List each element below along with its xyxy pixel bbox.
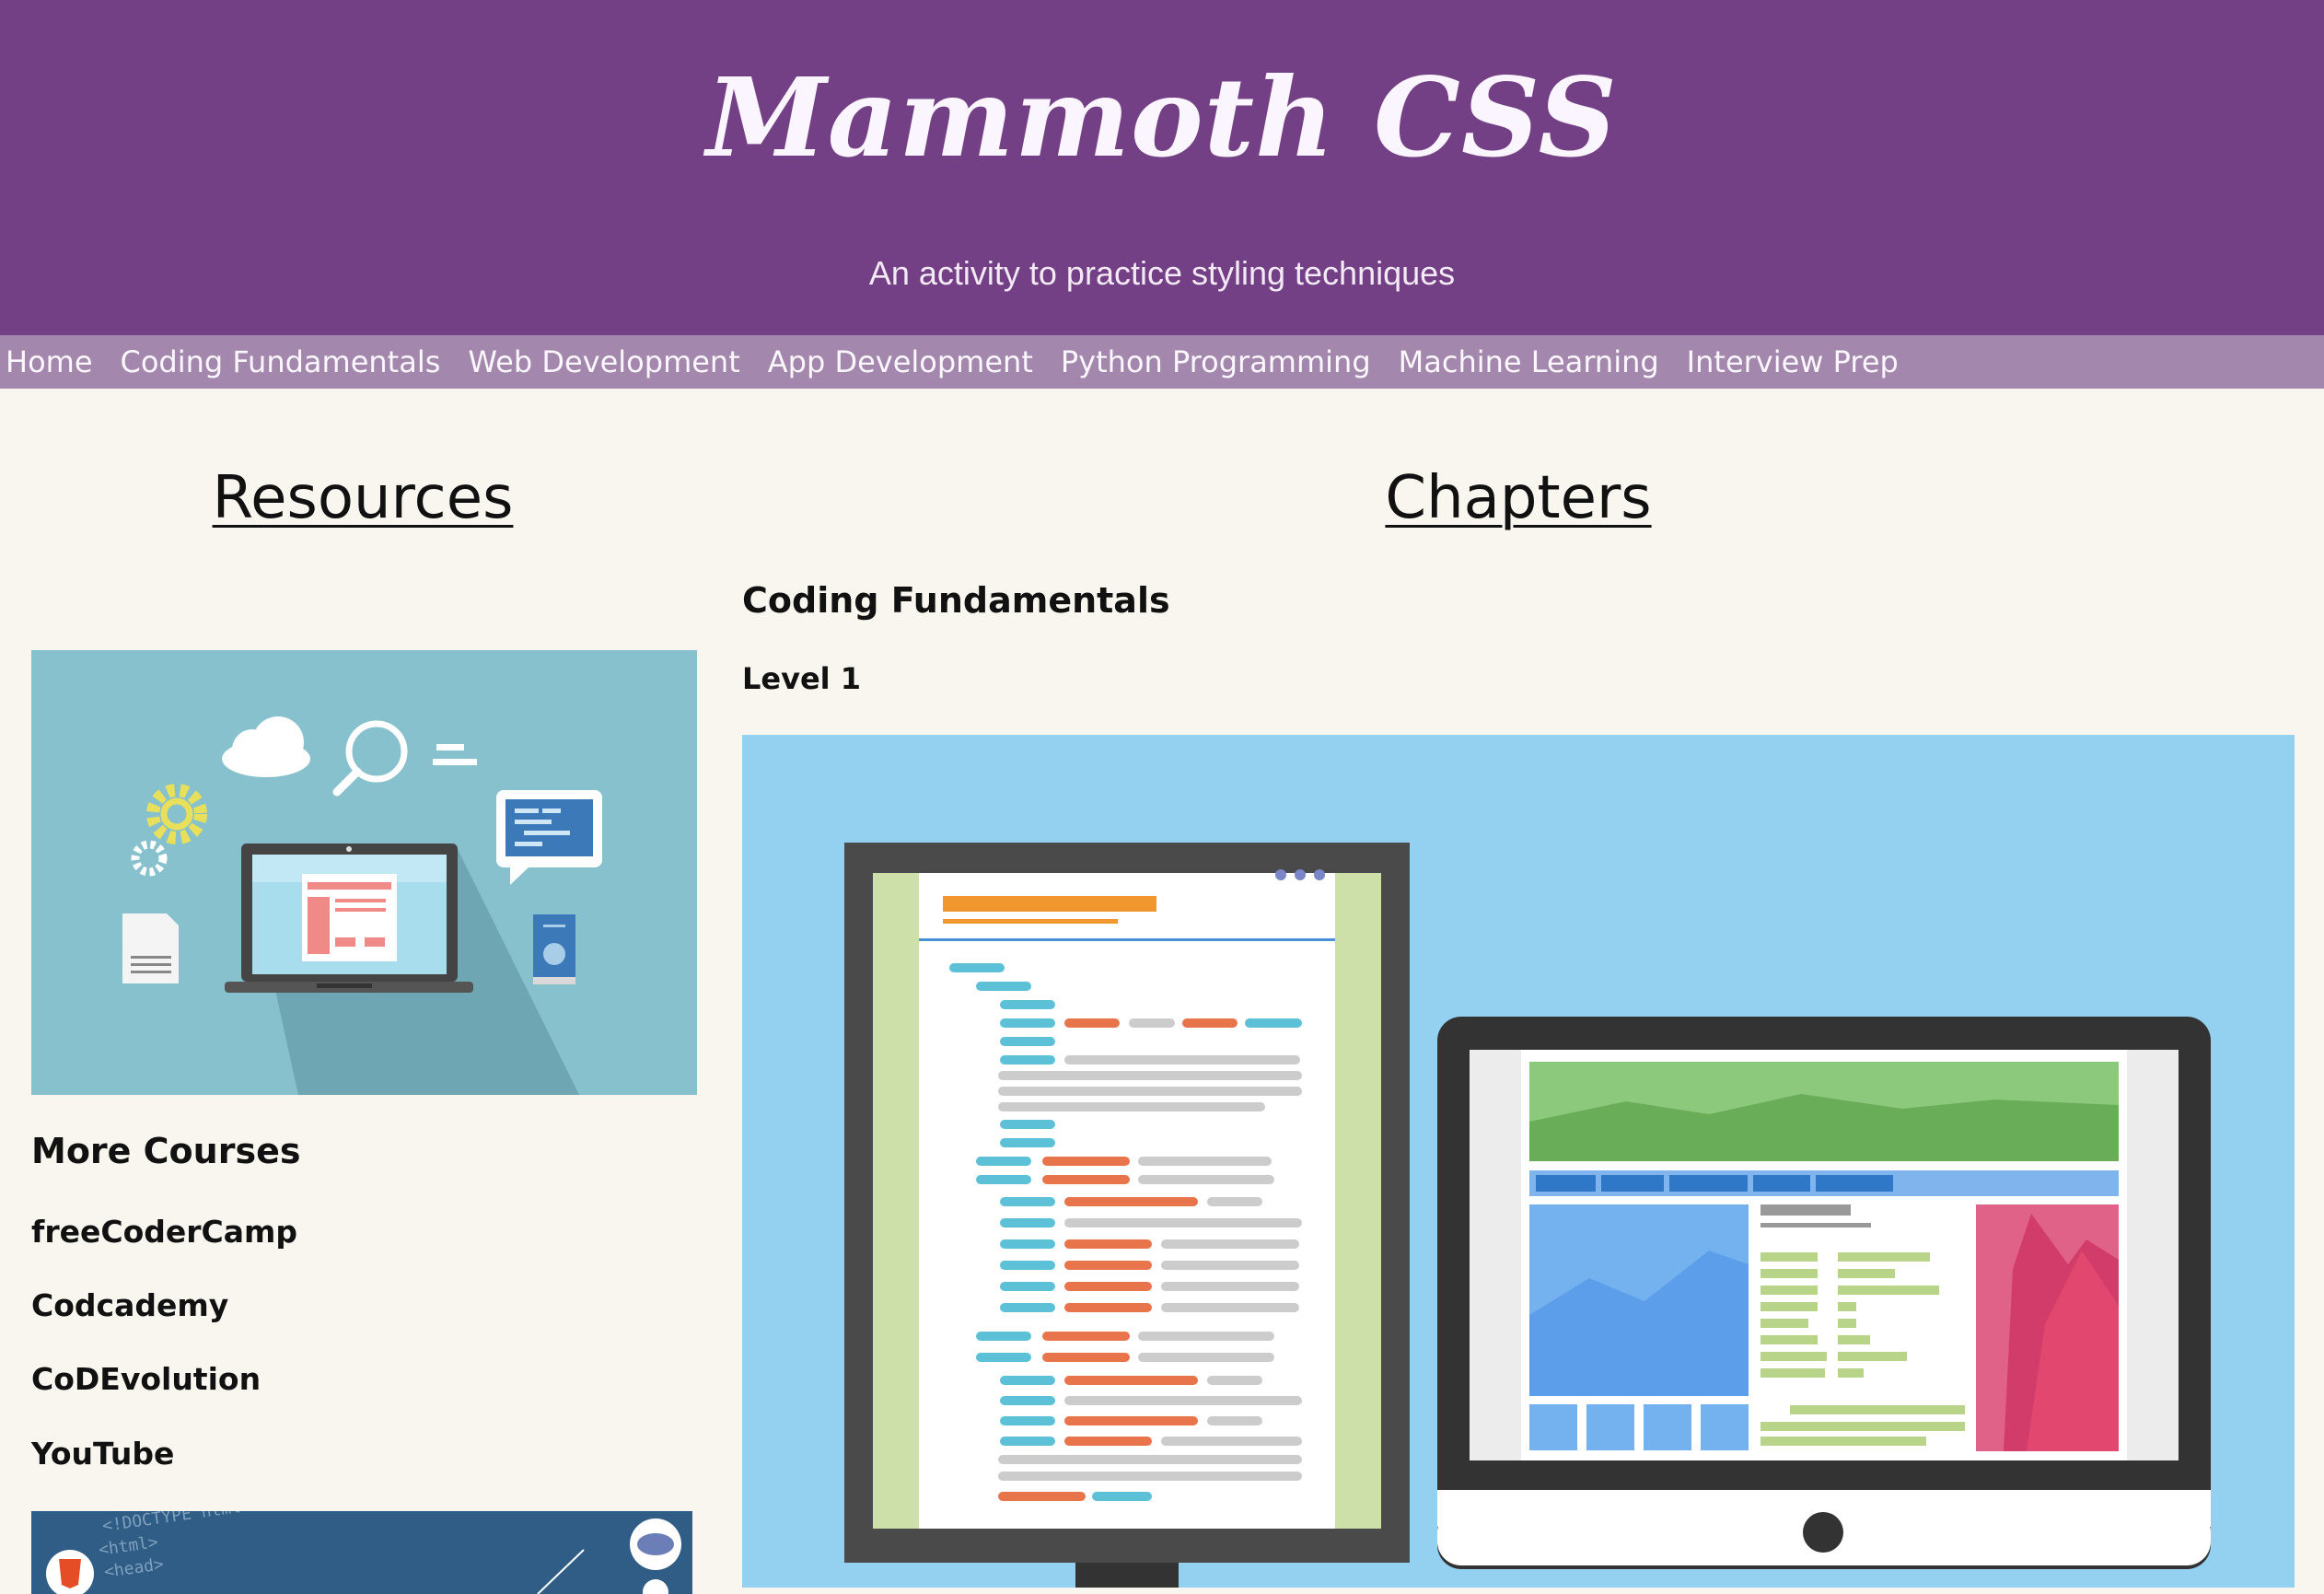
chapter-title: Coding Fundamentals <box>742 580 1170 621</box>
nav-link-coding-fundamentals[interactable]: Coding Fundamentals <box>121 344 441 379</box>
level-title: Level 1 <box>742 661 862 696</box>
chapters-heading: Chapters <box>1385 464 1652 532</box>
gear-icon <box>146 784 207 844</box>
magnifier-icon <box>332 720 408 797</box>
nav-link-home[interactable]: Home <box>6 344 93 379</box>
code-thumbnail: <!DOCTYPE html> <html> <head> <box>31 1511 692 1594</box>
nav-link-interview-prep[interactable]: Interview Prep <box>1687 344 1899 379</box>
resources-illustration <box>31 650 697 1095</box>
code-editor-monitor <box>844 843 1410 1588</box>
nav-link-python-programming[interactable]: Python Programming <box>1061 344 1371 379</box>
chapter-illustration <box>742 735 2295 1588</box>
nav-link-machine-learning[interactable]: Machine Learning <box>1399 344 1659 379</box>
top-nav: Home Coding Fundamentals Web Development… <box>0 335 2324 389</box>
more-courses-title: More Courses <box>31 1131 301 1171</box>
course-link-codevolution[interactable]: CoDEvolution <box>31 1361 261 1397</box>
document-icon <box>122 913 179 983</box>
website-monitor <box>1437 1017 2211 1569</box>
php-icon <box>630 1518 681 1594</box>
chat-bubble-icon <box>496 790 602 885</box>
laptop-icon <box>225 844 473 993</box>
course-link-freecodercamp[interactable]: freeCoderCamp <box>31 1214 297 1250</box>
site-header: Mammoth CSS An activity to practice styl… <box>0 0 2324 335</box>
code-line: <head> <box>103 1554 165 1582</box>
phone-icon <box>533 914 575 984</box>
course-link-youtube[interactable]: YouTube <box>31 1436 174 1472</box>
resources-heading: Resources <box>212 464 514 532</box>
gear-icon <box>131 840 168 877</box>
site-subtitle: An activity to practice styling techniqu… <box>868 254 1456 292</box>
nav-link-app-development[interactable]: App Development <box>768 344 1033 379</box>
dash-line-icon <box>433 759 477 765</box>
nav-link-web-development[interactable]: Web Development <box>468 344 739 379</box>
cloud-icon <box>222 716 310 777</box>
course-link-codcademy[interactable]: Codcademy <box>31 1287 228 1323</box>
dash-line-icon <box>436 744 464 750</box>
site-title: Mammoth CSS <box>706 53 1618 181</box>
code-line: <!DOCTYPE html> <box>101 1511 252 1536</box>
